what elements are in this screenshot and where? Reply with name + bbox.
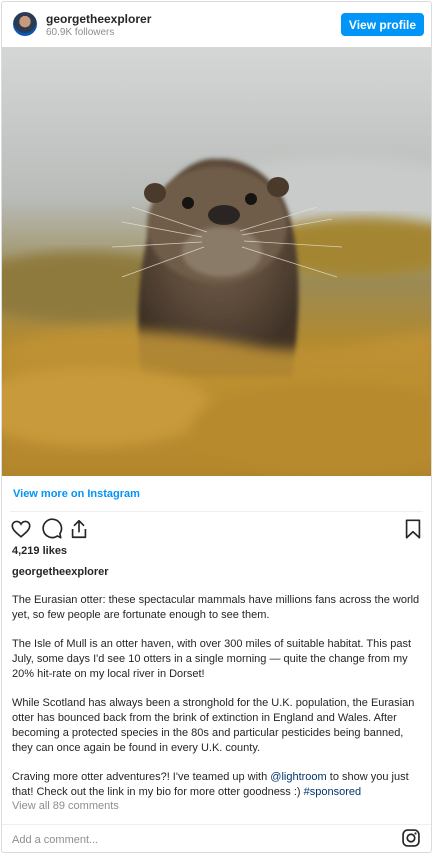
view-comments-link[interactable]: View all 89 comments <box>12 800 119 812</box>
view-profile-button[interactable]: View profile <box>341 13 424 36</box>
avatar[interactable] <box>13 12 37 36</box>
caption-paragraph: While Scotland has always been a strongh… <box>12 697 415 754</box>
otter-photo-image <box>2 47 431 476</box>
bookmark-icon[interactable] <box>402 518 424 540</box>
comment-icon[interactable] <box>41 518 63 540</box>
hashtag-link[interactable]: #sponsored <box>304 786 362 798</box>
caption-username[interactable]: georgetheexplorer <box>12 566 109 578</box>
instagram-embed-card: georgetheexplorer 60.9K followers View p… <box>1 1 432 853</box>
caption-paragraph: The Eurasian otter: these spectacular ma… <box>12 594 420 621</box>
divider <box>10 511 423 512</box>
username[interactable]: georgetheexplorer <box>46 12 151 26</box>
post-photo[interactable] <box>2 47 431 476</box>
caption-text: Craving more otter adventures?! I've tea… <box>12 771 271 783</box>
share-icon[interactable] <box>68 518 90 540</box>
post-header: georgetheexplorer 60.9K followers View p… <box>2 2 431 46</box>
add-comment-input[interactable]: Add a comment... <box>12 834 98 846</box>
divider <box>2 824 431 825</box>
post-caption: The Eurasian otter: these spectacular ma… <box>12 593 422 814</box>
view-more-link[interactable]: View more on Instagram <box>13 488 140 500</box>
mention-link[interactable]: @lightroom <box>270 771 326 783</box>
heart-icon[interactable] <box>10 518 32 540</box>
follower-count: 60.9K followers <box>46 27 115 38</box>
caption-paragraph-last: Craving more otter adventures?! I've tea… <box>12 770 422 800</box>
caption-paragraph: The Isle of Mull is an otter haven, with… <box>12 638 412 680</box>
instagram-icon[interactable] <box>401 828 421 848</box>
action-bar <box>10 518 424 542</box>
like-count[interactable]: 4,219 likes <box>12 545 67 557</box>
